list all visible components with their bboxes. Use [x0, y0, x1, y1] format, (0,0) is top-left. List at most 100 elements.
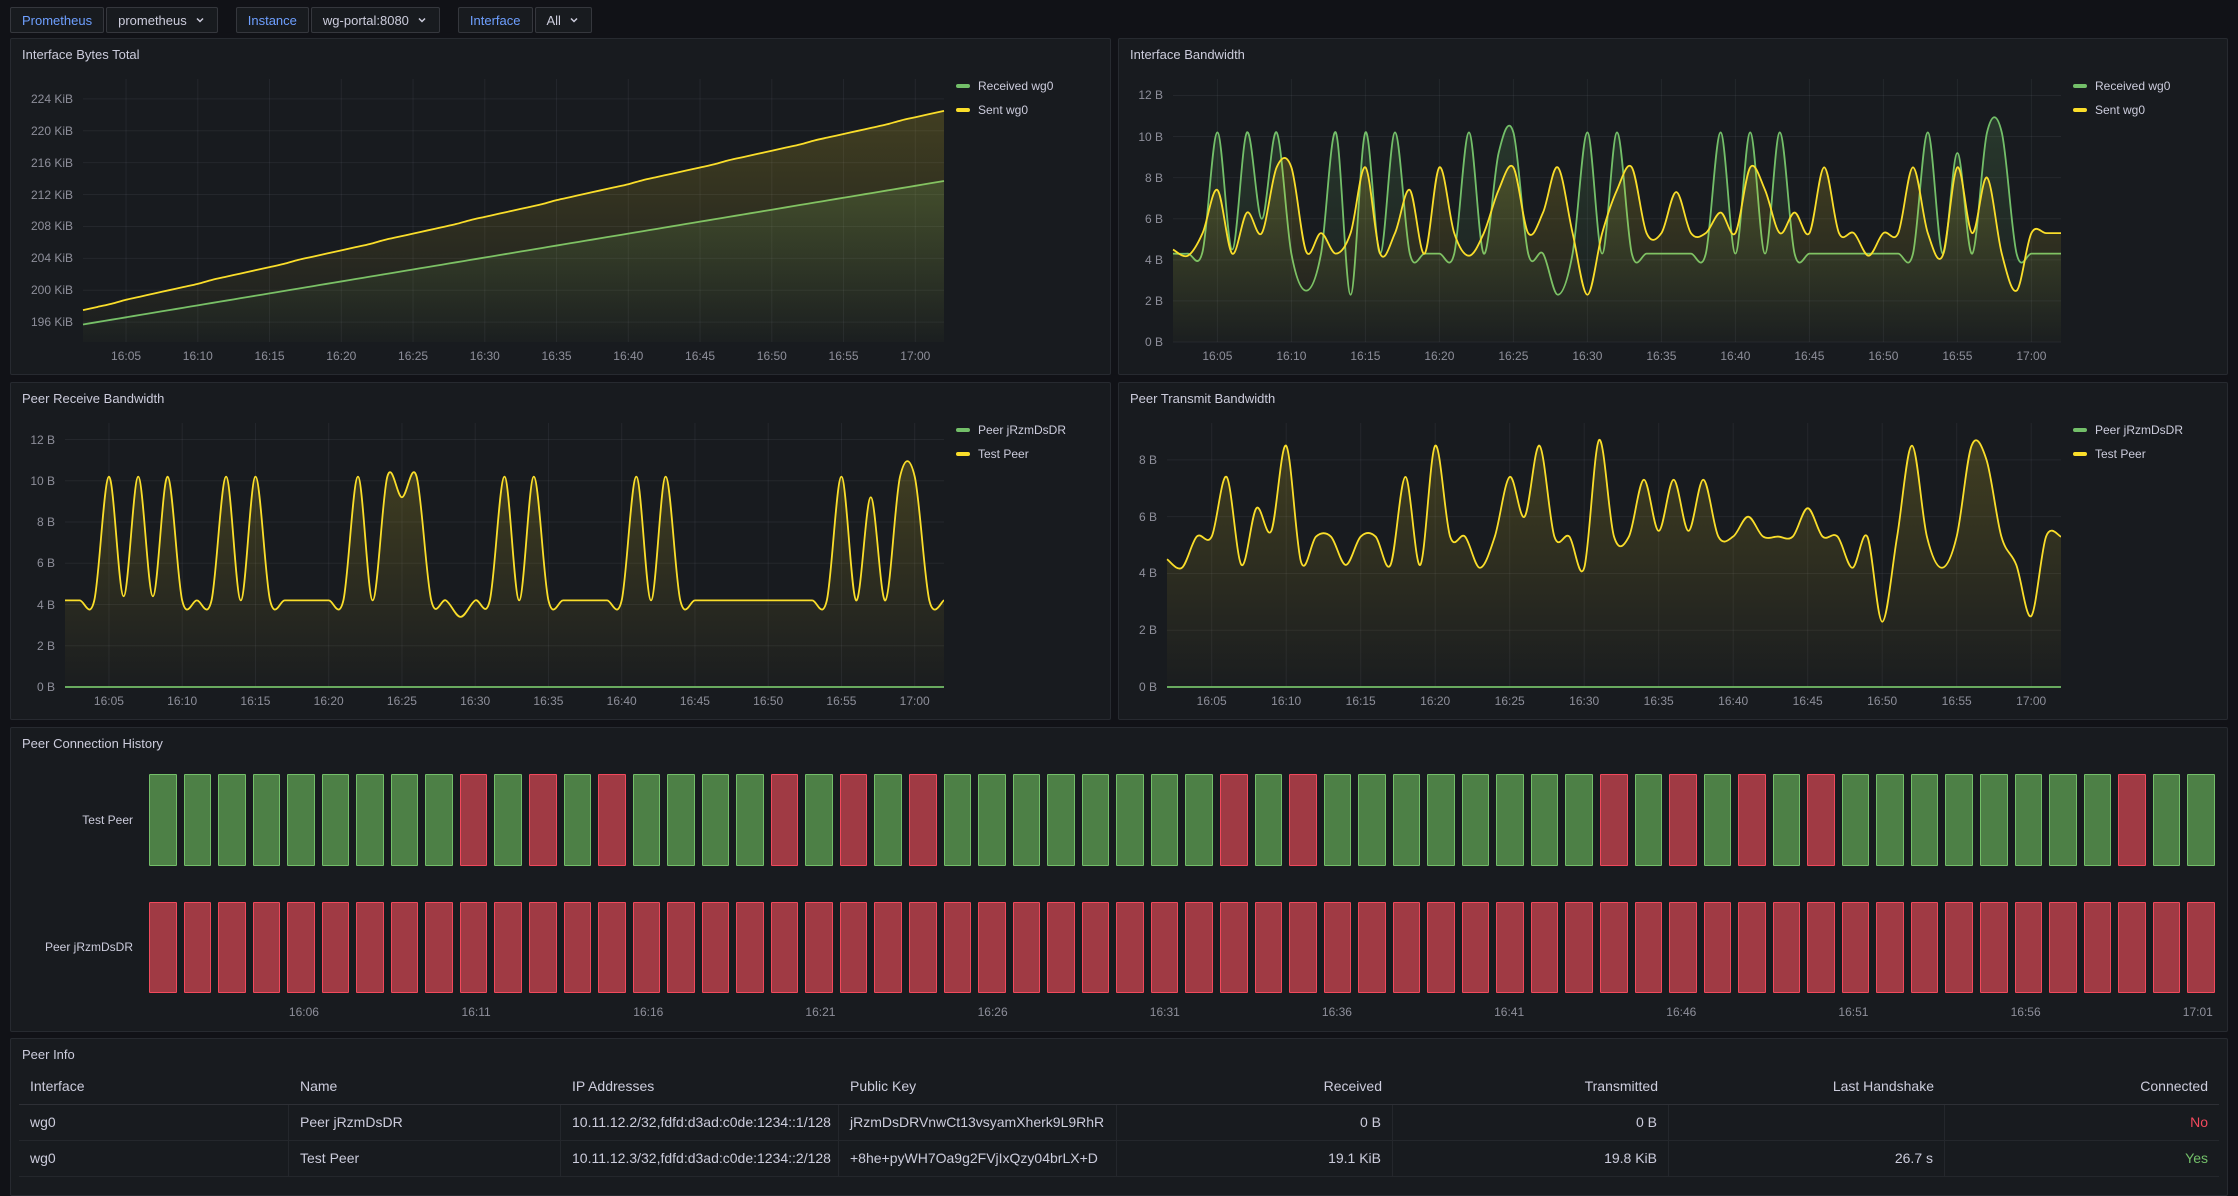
status-bar-disconnected [218, 902, 246, 994]
x-axis-tick: 16:20 [326, 349, 356, 363]
status-bar-disconnected [1427, 902, 1455, 994]
status-bar-disconnected [2084, 902, 2112, 994]
column-header-received[interactable]: Received [1117, 1069, 1393, 1105]
x-axis-tick: 16:20 [1420, 694, 1450, 708]
y-axis-tick: 208 KiB [31, 219, 73, 233]
status-bar-connected [1358, 774, 1386, 866]
status-bar-connected [253, 774, 281, 866]
status-bar-disconnected [356, 902, 384, 994]
column-header-transmitted[interactable]: Transmitted [1393, 1069, 1669, 1105]
status-bar-disconnected [1358, 902, 1386, 994]
status-bar-connected [1704, 774, 1732, 866]
x-axis-tick: 16:35 [1646, 349, 1676, 363]
y-axis-tick: 200 KiB [31, 283, 73, 297]
status-bar-disconnected [598, 902, 626, 994]
y-axis-tick: 0 B [37, 680, 55, 694]
status-bar-connected [1462, 774, 1490, 866]
status-bar-disconnected [2118, 902, 2146, 994]
column-header-connected[interactable]: Connected [1945, 1069, 2219, 1105]
cell-interface: wg0 [19, 1105, 289, 1141]
status-bar-disconnected [184, 902, 212, 994]
column-header-public-key[interactable]: Public Key [839, 1069, 1117, 1105]
legend-item-sent-wg0[interactable]: Sent wg0 [2073, 103, 2219, 117]
status-bar-disconnected [1738, 902, 1766, 994]
status-history-row: Test Peer [21, 774, 2215, 866]
status-bar-disconnected [1842, 902, 1870, 994]
legend-item-received-wg0[interactable]: Received wg0 [956, 79, 1102, 93]
column-header-interface[interactable]: Interface [19, 1069, 289, 1105]
status-bar-disconnected [391, 902, 419, 994]
legend-item-test-peer[interactable]: Test Peer [2073, 447, 2219, 461]
var-select-interface[interactable]: All [535, 7, 592, 33]
status-bar-connected [1047, 774, 1075, 866]
status-bar-connected [356, 774, 384, 866]
status-bar-disconnected [460, 774, 488, 866]
legend-series-label: Test Peer [978, 447, 1029, 461]
status-bar-disconnected [978, 902, 1006, 994]
x-axis-tick: 16:50 [753, 694, 783, 708]
status-bar-connected [1911, 774, 1939, 866]
status-bar-disconnected [253, 902, 281, 994]
var-select-prometheus[interactable]: prometheus [106, 7, 218, 33]
status-bar-connected [1635, 774, 1663, 866]
chart-area: 8 B6 B4 B2 B0 B16:0516:1016:1516:2016:25… [1127, 411, 2067, 713]
status-history-body: Test PeerPeer jRzmDsDR16:0616:1116:1616:… [21, 758, 2215, 1023]
y-axis-tick: 12 B [30, 433, 55, 447]
legend-series-swatch [2073, 84, 2087, 88]
status-bar-disconnected [1704, 902, 1732, 994]
x-axis-tick: 16:10 [167, 694, 197, 708]
plot-region: 224 KiB220 KiB216 KiB212 KiB208 KiB204 K… [83, 79, 944, 342]
status-bar-disconnected [598, 774, 626, 866]
cell-public-key: jRzmDsDRVnwCt13vsyamXherk9L9RhR [839, 1105, 1117, 1141]
chart-canvas [1173, 79, 2061, 342]
status-bar-connected [322, 774, 350, 866]
legend-item-peer-jrzmdsdr[interactable]: Peer jRzmDsDR [956, 423, 1102, 437]
legend-item-received-wg0[interactable]: Received wg0 [2073, 79, 2219, 93]
cell-connected: Yes [1945, 1141, 2219, 1177]
legend-series-swatch [956, 452, 970, 456]
status-bar-connected [2187, 774, 2215, 866]
legend-series-swatch [956, 108, 970, 112]
x-axis-tick: 16:10 [1271, 694, 1301, 708]
status-bar-connected [1565, 774, 1593, 866]
x-axis-tick: 16:20 [1424, 349, 1454, 363]
status-bar-connected [1876, 774, 1904, 866]
legend-series-swatch [956, 84, 970, 88]
chart-canvas [83, 79, 944, 342]
status-bar-disconnected [1773, 902, 1801, 994]
x-axis-tick: 16:40 [1718, 694, 1748, 708]
status-bar-disconnected [909, 774, 937, 866]
var-select-instance[interactable]: wg-portal:8080 [311, 7, 440, 33]
y-axis-tick: 4 B [37, 598, 55, 612]
x-axis-tick: 16:15 [1346, 694, 1376, 708]
column-header-name[interactable]: Name [289, 1069, 561, 1105]
status-bar-disconnected [2015, 902, 2043, 994]
status-bar-connected [391, 774, 419, 866]
legend-item-sent-wg0[interactable]: Sent wg0 [956, 103, 1102, 117]
var-group-prometheus: Prometheus prometheus [10, 7, 218, 33]
legend-item-test-peer[interactable]: Test Peer [956, 447, 1102, 461]
legend-series-swatch [956, 428, 970, 432]
x-axis-tick: 16:05 [94, 694, 124, 708]
x-axis-tick: 17:00 [2016, 349, 2046, 363]
chart-canvas [65, 423, 944, 687]
status-bar-disconnected [1669, 774, 1697, 866]
panel-peer-info: Peer Info InterfaceNameIP AddressesPubli… [10, 1038, 2228, 1196]
x-axis-tick: 16:30 [1572, 349, 1602, 363]
var-value-interface: All [547, 13, 561, 28]
x-axis-tick: 16:50 [757, 349, 787, 363]
status-bar-disconnected [425, 902, 453, 994]
legend: Peer jRzmDsDR Test Peer [950, 411, 1102, 713]
column-header-last-handshake[interactable]: Last Handshake [1669, 1069, 1945, 1105]
status-bar-disconnected [771, 774, 799, 866]
var-label-instance: Instance [236, 7, 309, 33]
cell-transmitted: 19.8 KiB [1393, 1141, 1669, 1177]
column-header-ip-addresses[interactable]: IP Addresses [561, 1069, 839, 1105]
legend-item-peer-jrzmdsdr[interactable]: Peer jRzmDsDR [2073, 423, 2219, 437]
timeseries-body: 8 B6 B4 B2 B0 B16:0516:1016:1516:2016:25… [1127, 411, 2219, 713]
status-bar-connected [1151, 774, 1179, 866]
status-bar-disconnected [1151, 902, 1179, 994]
status-bar-connected [874, 774, 902, 866]
x-axis-tick: 16:40 [1720, 349, 1750, 363]
status-bar-disconnected [633, 902, 661, 994]
